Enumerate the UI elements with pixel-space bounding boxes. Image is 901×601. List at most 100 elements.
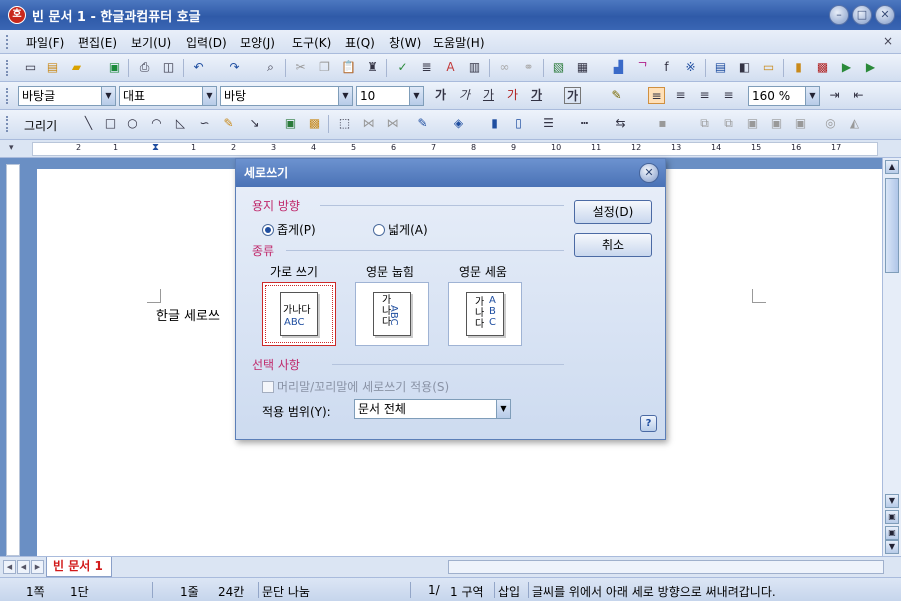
copy-icon[interactable]: ❐: [316, 59, 333, 76]
shadow-icon[interactable]: ▪: [654, 115, 671, 132]
type-horizontal-option[interactable]: 가나다 ABC: [262, 282, 336, 346]
menu-help[interactable]: 도움말(H): [433, 34, 485, 51]
help-icon[interactable]: ?: [640, 415, 657, 432]
dropdown-arrow-icon[interactable]: ▼: [101, 87, 115, 105]
image-icon[interactable]: ▧: [550, 59, 567, 76]
minimize-button[interactable]: –: [829, 5, 849, 25]
char-color-button[interactable]: 가: [528, 87, 545, 104]
scope-select[interactable]: 문서 전체 ▼: [354, 399, 511, 419]
strike-button[interactable]: 가: [504, 87, 521, 104]
macro1-icon[interactable]: ▶: [838, 59, 855, 76]
ok-button[interactable]: 설정(D): [574, 200, 652, 224]
close-button[interactable]: ✕: [875, 5, 895, 25]
chart-icon[interactable]: ▟: [610, 59, 627, 76]
portrait-radio[interactable]: 좁게(P): [262, 221, 316, 238]
landscape-radio[interactable]: 넓게(A): [373, 221, 428, 238]
textbox-draw-icon[interactable]: ▣: [282, 115, 299, 132]
hanja-icon[interactable]: ▤: [712, 59, 729, 76]
group-icon[interactable]: ⋈: [360, 115, 377, 132]
polygon-icon[interactable]: ◺: [172, 115, 189, 132]
line-color-icon[interactable]: ✎: [414, 115, 431, 132]
bold-button[interactable]: 가: [432, 87, 449, 104]
template-icon[interactable]: ▤: [44, 59, 61, 76]
horizontal-ruler[interactable]: 2 1 ⧗ 1 2 3 4 5 6 7 8 9 10 11 12 13 14 1…: [32, 142, 878, 156]
underline-button[interactable]: 가: [480, 87, 497, 104]
textbox-icon[interactable]: ▭: [760, 59, 777, 76]
toolbar-grip[interactable]: [6, 116, 10, 132]
toolbar-grip[interactable]: [6, 88, 10, 104]
find-icon[interactable]: ⌕: [262, 59, 279, 76]
cancel-button[interactable]: 취소: [574, 233, 652, 257]
menu-view[interactable]: 보기(U): [131, 34, 171, 51]
spell-check-icon[interactable]: ✓: [394, 59, 411, 76]
fill-color-icon[interactable]: ◈: [450, 115, 467, 132]
menu-tools[interactable]: 도구(K): [292, 34, 331, 51]
dropdown-arrow-icon[interactable]: ▼: [496, 400, 510, 418]
dropdown-arrow-icon[interactable]: ▼: [805, 87, 819, 105]
indent-marker-icon[interactable]: ⧗: [152, 142, 159, 153]
macro2-icon[interactable]: ▶: [862, 59, 879, 76]
menu-grip[interactable]: [6, 35, 10, 49]
dropdown-arrow-icon[interactable]: ▼: [409, 87, 423, 105]
menu-window[interactable]: 창(W): [389, 34, 421, 51]
new-document-icon[interactable]: ▭: [22, 59, 39, 76]
curve-icon[interactable]: ∽: [196, 115, 213, 132]
highlight-icon[interactable]: ✎: [608, 87, 625, 104]
undo-icon[interactable]: ↶: [190, 59, 207, 76]
wordart-icon[interactable]: ᄀ: [634, 59, 651, 76]
drawing-label[interactable]: 그리기: [24, 117, 57, 134]
line-icon[interactable]: ╲: [80, 115, 97, 132]
presentation-icon[interactable]: ▩: [814, 59, 831, 76]
zoom-select[interactable]: 160 % ▼: [748, 86, 820, 106]
dropdown-arrow-icon[interactable]: ▼: [202, 87, 216, 105]
wrap-icon[interactable]: ◎: [822, 115, 839, 132]
scroll-thumb[interactable]: [885, 178, 899, 273]
dropdown-arrow-icon[interactable]: ▼: [338, 87, 352, 105]
toolbar-grip[interactable]: [6, 60, 10, 76]
bookmark-icon[interactable]: ⚭: [520, 59, 537, 76]
page-view-icon[interactable]: ▣: [885, 526, 899, 540]
memo-icon[interactable]: ◧: [736, 59, 753, 76]
align-obj-icon[interactable]: ⧉: [696, 115, 713, 132]
scroll-down-icon[interactable]: ▼: [885, 494, 899, 508]
italic-button[interactable]: 가: [456, 87, 473, 104]
tab-next-icon[interactable]: ▶: [31, 560, 44, 574]
columns-icon[interactable]: ▥: [466, 59, 483, 76]
type-latin-rotated-option[interactable]: 가나다 ABC: [355, 282, 429, 346]
format-painter-icon[interactable]: ♜: [364, 59, 381, 76]
arc-icon[interactable]: ◠: [148, 115, 165, 132]
menu-file[interactable]: 파일(F): [26, 34, 64, 51]
pencil-icon[interactable]: ✎: [220, 115, 237, 132]
line-style-icon[interactable]: ☰: [540, 115, 557, 132]
next-page-icon[interactable]: ▼: [885, 540, 899, 554]
menu-edit[interactable]: 편집(E): [78, 34, 117, 51]
object-icon[interactable]: ▩: [306, 115, 323, 132]
formula-icon[interactable]: f: [658, 59, 675, 76]
size-icon[interactable]: ▣: [792, 115, 809, 132]
flip-icon[interactable]: ▣: [768, 115, 785, 132]
outdent-icon[interactable]: ⇤: [850, 87, 867, 104]
paste-icon[interactable]: 📋: [340, 59, 357, 76]
redo-icon[interactable]: ↷: [226, 59, 243, 76]
document-text[interactable]: 한글 세로쓰: [156, 305, 220, 324]
dialog-close-icon[interactable]: ✕: [639, 163, 659, 183]
menu-input[interactable]: 입력(D): [186, 34, 227, 51]
line-dash-icon[interactable]: ┅: [576, 115, 593, 132]
table-icon[interactable]: ▦: [574, 59, 591, 76]
font-size-select[interactable]: 10 ▼: [356, 86, 424, 106]
send-back-icon[interactable]: ▯: [510, 115, 527, 132]
select-icon[interactable]: ⬚: [336, 115, 353, 132]
vertical-scrollbar[interactable]: ▲ ▼ ▣ ▣ ▼: [882, 158, 901, 556]
language-select[interactable]: 대표 ▼: [119, 86, 217, 106]
save-icon[interactable]: ▣: [106, 59, 123, 76]
book-icon[interactable]: ▮: [790, 59, 807, 76]
style-select[interactable]: 바탕글 ▼: [18, 86, 116, 106]
type-latin-upright-option[interactable]: 가나다 ABC: [448, 282, 522, 346]
header-footer-checkbox[interactable]: 머리말/꼬리말에 세로쓰기 적용(S): [262, 378, 449, 395]
char-shape-icon[interactable]: A: [442, 59, 459, 76]
status-mode[interactable]: 삽입: [498, 583, 520, 600]
paragraph-icon[interactable]: ≣: [418, 59, 435, 76]
menu-table[interactable]: 표(Q): [345, 34, 375, 51]
align-left-icon[interactable]: ≡: [672, 87, 689, 104]
menu-close-icon[interactable]: ×: [883, 34, 893, 48]
